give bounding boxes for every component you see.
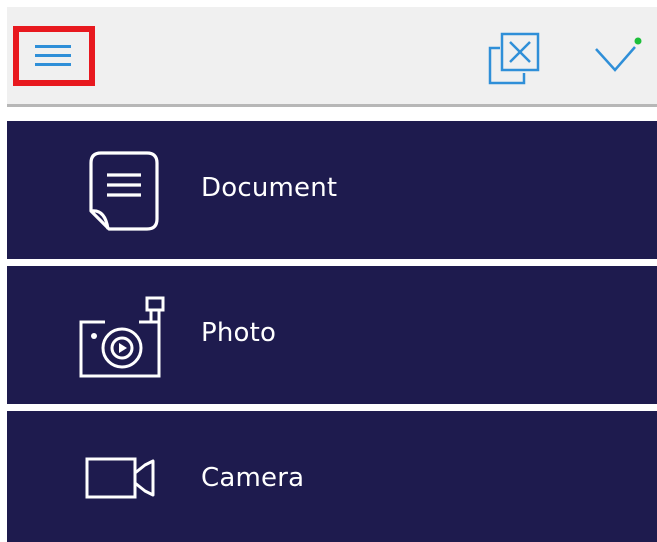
document-icon bbox=[89, 151, 159, 231]
menu-item-label: Document bbox=[201, 173, 338, 203]
menu-list: Document Photo Camera bbox=[7, 121, 657, 542]
confirm-button[interactable] bbox=[593, 37, 643, 77]
status-dot bbox=[634, 37, 642, 45]
hamburger-menu-icon bbox=[35, 45, 71, 66]
photo-camera-icon bbox=[79, 296, 165, 378]
menu-button[interactable] bbox=[13, 26, 95, 86]
check-icon bbox=[595, 37, 642, 72]
menu-item-photo[interactable]: Photo bbox=[7, 266, 657, 404]
menu-item-camera[interactable]: Camera bbox=[7, 411, 657, 542]
menu-item-document[interactable]: Document bbox=[7, 121, 657, 259]
close-copy-icon bbox=[488, 32, 540, 85]
menu-item-label: Photo bbox=[201, 318, 277, 348]
close-copy-button[interactable] bbox=[486, 31, 542, 85]
video-camera-icon bbox=[85, 457, 155, 499]
menu-item-label: Camera bbox=[201, 463, 305, 493]
top-toolbar bbox=[7, 7, 657, 107]
app-screen: Document Photo Camera bbox=[0, 0, 657, 542]
